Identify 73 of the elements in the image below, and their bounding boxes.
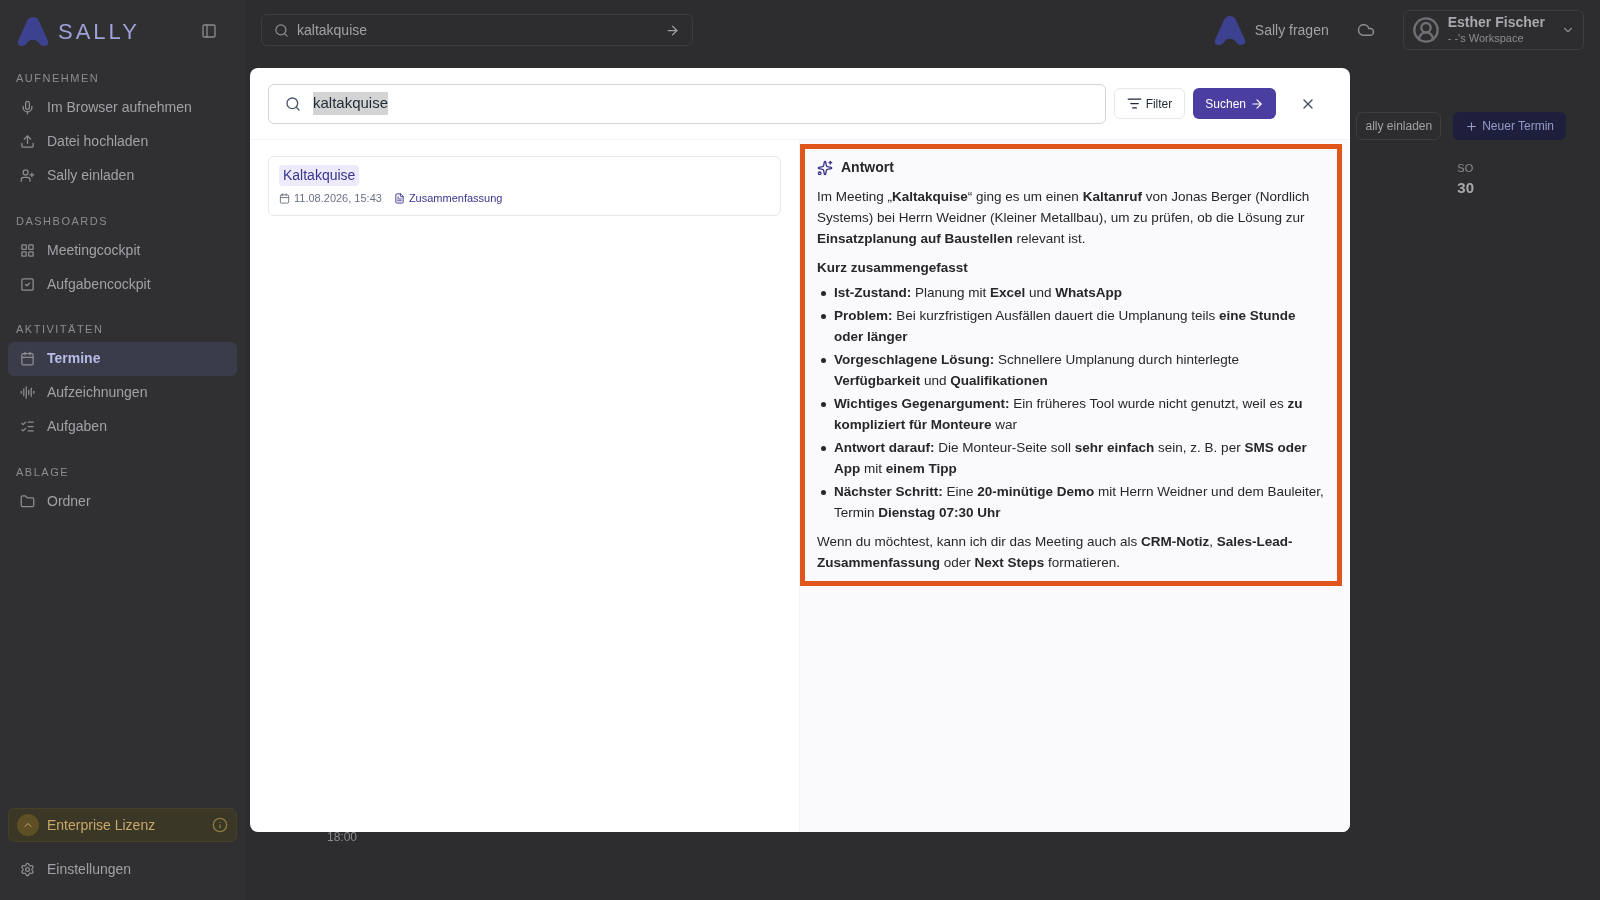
sparkles-icon [817, 159, 833, 176]
sidebar-item[interactable]: Sally einladen [8, 158, 237, 193]
summary-bullet: Vorgeschlagene Lösung: Schnellere Umplanung durch hinterlegte Verfügbarkeit und Qualifikationen [834, 351, 1240, 390]
microphone-icon [20, 100, 35, 115]
search-icon [274, 22, 289, 38]
weekday-label: SO [1457, 161, 1474, 176]
dialog-search-field[interactable]: kaltakquise [268, 83, 1106, 124]
answer-outro: Wenn du möchtest, kann ich dir das Meeting auch als CRM-Notiz, Sales-Lead-Zusammenfassung oder Next Steps formatieren. [817, 533, 1294, 572]
logo-wordmark: SALLY [58, 17, 140, 46]
result-title: Kaltakquise [279, 165, 360, 186]
search-submit-button[interactable]: Suchen [1193, 88, 1276, 119]
sidebar-item[interactable]: Termine [8, 341, 237, 376]
calendar-icon [279, 192, 290, 204]
summary-bullet: Ist-Zustand: Planung mit Excel und WhatsApp [834, 284, 1123, 302]
search-icon [285, 95, 301, 112]
license-logo-icon [17, 814, 39, 836]
sidebar-item[interactable]: Aufgaben [8, 409, 237, 444]
grid-icon [20, 242, 35, 258]
user-name: Esther Fischer [1447, 14, 1545, 32]
bullet-icon [821, 314, 826, 319]
answer-intro: Im Meeting „Kaltakquise“ ging es um einen Kaltanruf von Jonas Berger (Nordlich Systems) bei Herrn Weidner (Kleiner Metallbau), um zu prüfen, ob die Lösung zur Einsatzplanung auf Baustellen relevant ist. [817, 188, 1311, 248]
sidebar-item[interactable]: Im Browser aufnehmen [8, 90, 237, 125]
result-date: 11.08.2026, 15:43 [294, 191, 382, 206]
summary-heading: Kurz zusammengefasst [817, 259, 969, 277]
settings-icon [20, 861, 35, 877]
summary-bullet: Nächster Schritt: Eine 20-minütige Demo mit Herrn Weidner und dem Bauleiter, Termin Dienstag 07:30 Uhr [834, 483, 1325, 522]
logo-icon [1212, 14, 1247, 46]
info-icon[interactable] [212, 817, 228, 833]
calendar-icon [20, 351, 35, 366]
section-heading: AUFNEHMEN [15, 71, 101, 86]
ask-sally-button[interactable]: Sally fragen [1212, 14, 1329, 46]
section-heading: AKTIVITÄTEN [15, 322, 105, 337]
avatar-icon [1411, 16, 1440, 44]
time-label: 18:00 [327, 830, 358, 844]
sidebar-item[interactable]: Aufgabencockpit [8, 267, 237, 301]
search-query: kaltakquise [313, 92, 389, 115]
sidebar-item[interactable]: Ordner [8, 484, 237, 518]
user-menu[interactable]: Esther Fischer - -'s Workspace [1402, 10, 1584, 50]
global-search-field[interactable]: kaltakquise [261, 14, 693, 46]
plus-icon [1465, 119, 1479, 133]
sidebar-item[interactable]: Aufzeichnungen [8, 375, 237, 410]
day-number: 30 [1457, 177, 1474, 198]
settings-item[interactable]: Einstellungen [8, 854, 237, 884]
upload-icon [20, 134, 35, 149]
sidebar-item[interactable]: Datei hochladen [8, 124, 237, 159]
filter-button[interactable]: Filter [1113, 88, 1186, 119]
sidebar-toggle-icon[interactable] [201, 23, 217, 39]
waveform-icon [20, 385, 35, 400]
folder-icon [20, 493, 35, 509]
cloud-icon[interactable] [1356, 21, 1375, 39]
user-plus-icon [20, 168, 35, 183]
section-heading: DASHBOARDS [15, 213, 110, 229]
filter-icon [1126, 96, 1142, 111]
bullet-icon [821, 490, 826, 495]
result-tag[interactable]: Zusammenfassung [408, 190, 503, 207]
bullet-icon [821, 358, 826, 363]
license-banner[interactable]: Enterprise Lizenz [8, 808, 237, 842]
license-label: Enterprise Lizenz [47, 815, 157, 835]
bullet-icon [821, 291, 826, 296]
invite-button[interactable]: ally einladen [1356, 112, 1442, 140]
result-card[interactable]: Kaltakquise 11.08.2026, 15:43 Zusammenfassung [268, 156, 781, 216]
new-event-button[interactable]: Neuer Termin [1453, 112, 1566, 140]
bullet-icon [821, 446, 826, 451]
checkbox-icon [20, 276, 35, 292]
document-icon [393, 192, 405, 204]
section-heading: ABLAGE [15, 464, 71, 480]
workspace-name: - -'s Workspace [1447, 31, 1525, 46]
logo-icon [16, 15, 50, 47]
sidebar-item[interactable]: Meetingcockpit [8, 233, 237, 267]
checklist-icon [20, 419, 35, 434]
summary-bullet: Problem: Bei kurzfristigen Ausfällen dauert die Umplanung teils eine Stunde oder länger [834, 307, 1297, 346]
answer-title: Antwort [841, 158, 894, 177]
bullet-icon [821, 402, 826, 407]
